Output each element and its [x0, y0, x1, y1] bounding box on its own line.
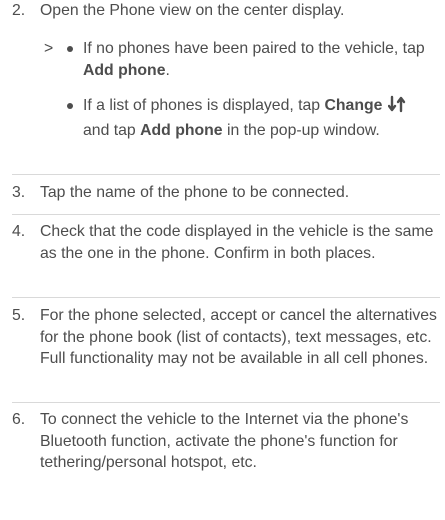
add-phone-label: Add phone [140, 121, 223, 139]
result-arrow: > [44, 40, 54, 57]
bullet-text-part: and tap [83, 121, 141, 139]
step-number: 3. [12, 184, 26, 201]
bullet-text: If a list of phones is displayed, tap Ch… [83, 95, 433, 141]
bullet-text-part: . [165, 61, 170, 79]
bullet-text-part: If a list of phones is displayed, tap [83, 97, 325, 114]
step-text: Tap the name of the phone to be connecte… [40, 184, 350, 201]
divider [12, 214, 440, 215]
step-number: 2. [12, 2, 26, 19]
swap-arrows-icon [388, 95, 406, 120]
bullet-text: If no phones have been paired to the veh… [83, 38, 433, 81]
bullet-text-part: If no phones have been paired to the veh… [83, 40, 425, 57]
step-text: Check that the code displayed in the veh… [40, 223, 434, 262]
bullet-dot [67, 46, 73, 52]
step-text: For the phone selected, accept or cancel… [40, 307, 437, 367]
step-number: 5. [12, 307, 26, 324]
step-text: Open the Phone view on the center displa… [40, 2, 345, 19]
divider [12, 297, 440, 298]
step-number: 6. [12, 411, 26, 428]
instruction-list: 2. Open the Phone view on the center dis… [0, 0, 445, 520]
bullet-dot [67, 103, 73, 109]
divider [12, 402, 440, 403]
step-number: 4. [12, 223, 26, 240]
change-label: Change [324, 97, 383, 114]
step-text: To connect the vehicle to the Internet v… [40, 411, 409, 471]
divider [12, 174, 440, 175]
add-phone-label: Add phone [83, 61, 166, 79]
bullet-text-part: in the pop-up window. [222, 121, 380, 139]
